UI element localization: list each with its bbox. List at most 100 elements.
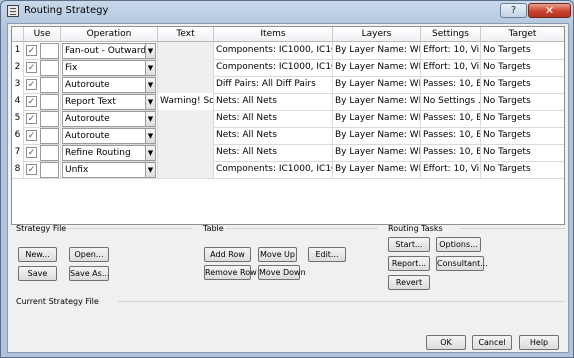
layers-cell[interactable]: By Layer Name: WB... [333, 42, 421, 60]
header-operation[interactable]: Operation [61, 27, 158, 42]
layers-cell[interactable]: By Layer Name: WB... [333, 144, 421, 162]
table-row[interactable]: 6 ✓ Autoroute ▼ Nets: All Nets By Layer Name:… [12, 127, 564, 145]
text-cell[interactable] [158, 161, 214, 179]
table-row[interactable]: 7 ✓ Refine Routing ▼ Nets: All Nets By Layer … [12, 144, 564, 162]
items-cell[interactable]: Components: IC1000, IC1001... [214, 59, 333, 77]
title-bar[interactable]: Routing Strategy ? ✕ [1, 1, 573, 21]
target-cell[interactable]: No Targets [481, 59, 564, 77]
header-use[interactable]: Use [24, 27, 61, 42]
operation-dropdown[interactable]: Autoroute ▼ [62, 128, 156, 144]
chevron-down-icon[interactable]: ▼ [145, 129, 155, 143]
target-cell[interactable]: No Targets [481, 110, 564, 128]
consultant-button[interactable]: Consultant... [436, 256, 488, 271]
use-checkbox[interactable]: ✓ [26, 130, 37, 141]
revert-button[interactable]: Revert [388, 275, 430, 290]
operation-dropdown[interactable]: Autoroute ▼ [62, 77, 156, 93]
use-cell-field[interactable] [40, 94, 59, 110]
header-layers[interactable]: Layers [333, 27, 421, 42]
add-row-button[interactable]: Add Row [204, 247, 251, 262]
operation-dropdown[interactable]: Fan-out - Outwards ▼ [62, 43, 156, 59]
edit-button[interactable]: Edit... [308, 247, 346, 262]
use-checkbox[interactable]: ✓ [26, 96, 37, 107]
text-cell[interactable] [158, 127, 214, 145]
settings-cell[interactable]: Effort: 10, Vi... [421, 161, 481, 179]
move-down-button[interactable]: Move Down [258, 265, 306, 280]
chevron-down-icon[interactable]: ▼ [145, 112, 155, 126]
ok-button[interactable]: OK [426, 335, 466, 350]
chevron-down-icon[interactable]: ▼ [145, 44, 155, 58]
use-checkbox[interactable]: ✓ [26, 164, 37, 175]
items-cell[interactable]: Nets: All Nets [214, 144, 333, 162]
use-cell-field[interactable] [40, 162, 59, 178]
settings-cell[interactable]: Effort: 10, Vi... [421, 42, 481, 60]
table-row[interactable]: 8✓ Unfix ▼ Components: IC1000, IC1001...By … [12, 161, 564, 179]
save-button[interactable]: Save [18, 266, 57, 281]
use-cell-field[interactable] [40, 111, 59, 127]
operation-dropdown[interactable]: Fix ▼ [62, 60, 156, 76]
header-settings[interactable]: Settings [421, 27, 481, 42]
table-row[interactable]: 2✓ Fix ▼ Components: IC1000, IC1001...By La… [12, 59, 564, 77]
items-cell[interactable]: Nets: All Nets [214, 110, 333, 128]
help-button[interactable]: Help [519, 335, 559, 350]
settings-cell[interactable]: No Settings ... [421, 93, 481, 111]
header-items[interactable]: Items [214, 27, 333, 42]
settings-cell[interactable]: Passes: 10, Ef... [421, 144, 481, 162]
cancel-button[interactable]: Cancel [472, 335, 512, 350]
operation-dropdown[interactable]: Refine Routing ▼ [62, 145, 156, 161]
text-cell[interactable]: Warning! So... [158, 93, 214, 111]
move-up-button[interactable]: Move Up [258, 247, 297, 262]
strategy-grid[interactable]: Use Operation Text Items Layers Settings… [11, 26, 565, 225]
text-cell[interactable] [158, 42, 214, 60]
open-button[interactable]: Open... [69, 247, 109, 262]
options-button[interactable]: Options... [436, 237, 481, 252]
target-cell[interactable]: No Targets [481, 127, 564, 145]
use-checkbox[interactable]: ✓ [26, 62, 37, 73]
layers-cell[interactable]: By Layer Name: WB... [333, 110, 421, 128]
header-text[interactable]: Text [158, 27, 214, 42]
text-cell[interactable] [158, 144, 214, 162]
chevron-down-icon[interactable]: ▼ [145, 78, 155, 92]
settings-cell[interactable]: Passes: 10, Ef... [421, 127, 481, 145]
remove-row-button[interactable]: Remove Row [204, 265, 257, 280]
use-checkbox[interactable]: ✓ [26, 79, 37, 90]
text-cell[interactable] [158, 110, 214, 128]
close-button[interactable]: ✕ [528, 3, 571, 18]
use-cell-field[interactable] [40, 60, 59, 76]
layers-cell[interactable]: By Layer Name: WB... [333, 93, 421, 111]
target-cell[interactable]: No Targets [481, 161, 564, 179]
table-row[interactable]: 4✓ Report Text ▼Warning! So...Nets: All Ne… [12, 93, 564, 111]
use-checkbox[interactable]: ✓ [26, 45, 37, 56]
settings-cell[interactable]: Passes: 10, Ef... [421, 110, 481, 128]
use-cell-field[interactable] [40, 128, 59, 144]
use-checkbox[interactable]: ✓ [26, 147, 37, 158]
chevron-down-icon[interactable]: ▼ [145, 146, 155, 160]
table-row[interactable]: 5 ✓ Autoroute ▼ Nets: All Nets By Layer Name:… [12, 110, 564, 128]
target-cell[interactable]: No Targets [481, 144, 564, 162]
operation-dropdown[interactable]: Unfix ▼ [62, 162, 156, 178]
start-button[interactable]: Start... [388, 237, 430, 252]
layers-cell[interactable]: By Layer Name: WB... [333, 76, 421, 94]
text-cell[interactable] [158, 59, 214, 77]
header-target[interactable]: Target [481, 27, 564, 42]
use-cell-field[interactable] [40, 145, 59, 161]
layers-cell[interactable]: By Layer Name: WB... [333, 59, 421, 77]
help-title-button[interactable]: ? [500, 3, 527, 18]
report-button[interactable]: Report... [388, 256, 430, 271]
save-as-button[interactable]: Save As... [69, 266, 109, 281]
items-cell[interactable]: Nets: All Nets [214, 93, 333, 111]
chevron-down-icon[interactable]: ▼ [145, 61, 155, 75]
use-cell-field[interactable] [40, 77, 59, 93]
use-checkbox[interactable]: ✓ [26, 113, 37, 124]
items-cell[interactable]: Components: IC1000, IC1001... [214, 42, 333, 60]
target-cell[interactable]: No Targets [481, 42, 564, 60]
settings-cell[interactable]: Effort: 10, Vi... [421, 59, 481, 77]
chevron-down-icon[interactable]: ▼ [145, 95, 155, 109]
operation-dropdown[interactable]: Autoroute ▼ [62, 111, 156, 127]
layers-cell[interactable]: By Layer Name: WB... [333, 161, 421, 179]
settings-cell[interactable]: Passes: 10, Ef... [421, 76, 481, 94]
new-button[interactable]: New... [18, 247, 57, 262]
use-cell-field[interactable] [40, 43, 59, 59]
items-cell[interactable]: Components: IC1000, IC1001... [214, 161, 333, 179]
items-cell[interactable]: Diff Pairs: All Diff Pairs [214, 76, 333, 94]
text-cell[interactable] [158, 76, 214, 94]
